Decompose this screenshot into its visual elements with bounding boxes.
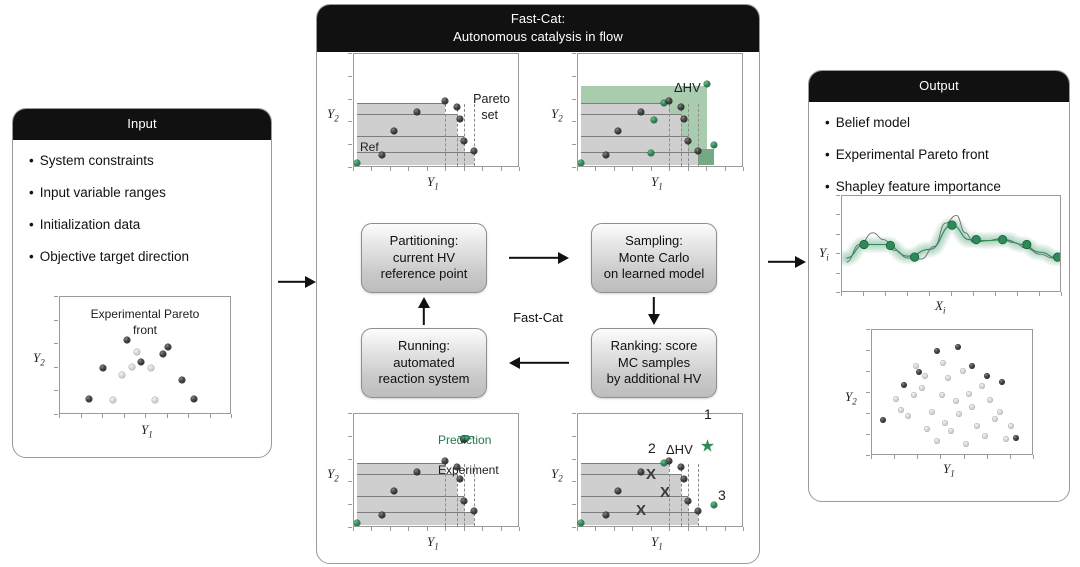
arrow-running-to-partitioning [417,297,431,325]
process-box-sampling[interactable]: Sampling: Monte Carlo on learned model [591,223,717,293]
ranking-line-0: Ranking: score [610,337,698,353]
ranking-line-2: by additional HV [606,371,702,387]
pareto-set-ylabel: Y2 [327,106,339,124]
ranking-ylabel: Y2 [551,466,563,484]
belief-xlabel: Xi [935,298,946,316]
arrow-ranking-to-running [509,356,569,370]
prediction-xticks [353,527,520,532]
output-panel-title: Output [809,71,1069,102]
center-panel-title: Fast-Cat: Autonomous catalysis in flow [317,5,759,53]
output-scatter-xticks [871,455,1034,460]
ranking-xlabel: Y1 [651,534,663,552]
arrow-partitioning-to-sampling [509,251,569,265]
process-box-running[interactable]: Running: automated reaction system [361,328,487,398]
input-panel-title: Input [13,109,271,140]
output-scatter-yticks [866,329,871,456]
output-bullet-0: Belief model [825,115,1053,130]
output-scatter-chart: Y2 Y1 [845,327,1061,487]
output-scatter-points [872,330,1032,454]
input-chart-ylabel: Y2 [33,350,45,368]
pareto-set-points [354,54,518,166]
delta-hv-xlabel: Y1 [651,174,663,192]
sampling-line-0: Sampling: [625,232,683,248]
delta-hv-plot: ΔHV [577,53,743,167]
ranking-line-1: MC samples [617,354,691,370]
ranking-plot: ΔHV 1 2 3 X X X ★ [577,406,743,527]
output-scatter-xlabel: Y1 [943,461,955,479]
output-panel: Output Belief model Experimental Pareto … [808,70,1070,502]
ranking-chart: Y2 Y1 ΔHV 1 2 3 X X X ★ [551,406,747,556]
pareto-set-xlabel: Y1 [427,174,439,192]
pareto-set-xticks [353,167,520,172]
arrow-sampling-to-ranking [647,297,661,325]
delta-hv-yticks [572,53,577,168]
cycle-center-label: Fast-Cat [513,310,563,325]
delta-hv-chart: Y2 Y1 ΔHV [551,51,747,196]
partitioning-line-2: reference point [380,266,468,282]
output-scatter-ylabel: Y2 [845,389,857,407]
output-bullet-1: Experimental Pareto front [825,147,1053,162]
input-bullet-2: Initialization data [29,217,255,232]
ranking-xticks [577,527,744,532]
input-panel: Input System constraints Input variable … [12,108,272,458]
sampling-line-1: Monte Carlo [618,249,690,265]
belief-xticks [841,292,1062,297]
process-box-partitioning[interactable]: Partitioning: current HV reference point [361,223,487,293]
input-bullet-1: Input variable ranges [29,185,255,200]
running-line-0: Running: [397,337,451,353]
delta-hv-points [578,54,742,166]
input-bullet-0: System constraints [29,153,255,168]
prediction-plot: Prediction Experiment [353,413,519,527]
partitioning-line-1: current HV [392,249,456,265]
prediction-xlabel: Y1 [427,534,439,552]
partitioning-line-0: Partitioning: [389,232,459,248]
input-pareto-chart: Y2 Y1 Experimental Pareto front [31,294,256,444]
input-chart-points [60,297,230,413]
input-bullet-list: System constraints Input variable ranges… [13,140,271,264]
output-scatter-plot [871,329,1033,455]
arrow-center-to-output [768,255,806,269]
prediction-yticks [348,413,353,528]
arrow-input-to-center [278,275,316,289]
input-chart-xlabel: Y1 [141,422,153,440]
prediction-ylabel: Y2 [327,466,339,484]
sampling-line-2: on learned model [603,266,705,282]
belief-plot [841,195,1061,292]
input-bullet-3: Objective target direction [29,249,255,264]
input-chart-yticks [54,296,59,415]
running-line-2: reaction system [378,371,470,387]
pareto-set-plot: Ref Pareto set [353,53,519,167]
center-panel: Fast-Cat: Autonomous catalysis in flow Y… [316,4,760,564]
input-chart-plot: Experimental Pareto front [59,296,231,414]
belief-yticks [836,195,841,293]
running-line-1: automated [393,354,455,370]
ranking-points: ★ [578,414,742,526]
belief-ylabel: Yi [819,245,829,263]
belief-curves [842,214,1060,267]
pareto-set-yticks [348,53,353,168]
center-panel-title-line2: Autonomous catalysis in flow [453,28,623,44]
delta-hv-ylabel: Y2 [551,106,563,124]
ranking-yticks [572,413,577,528]
delta-hv-xticks [577,167,744,172]
belief-model-chart: Yi Xi [817,193,1065,318]
process-box-ranking[interactable]: Ranking: score MC samples by additional … [591,328,717,398]
input-chart-xticks [59,414,232,419]
pareto-set-chart: Y2 Y1 Ref Pareto set [327,51,523,196]
prediction-chart: Y2 Y1 Prediction Experiment [327,411,523,556]
output-bullet-2: Shapley feature importance [825,179,1053,194]
center-panel-title-line1: Fast-Cat: [510,11,566,26]
rank-1-star-icon: ★ [699,436,716,456]
prediction-points [354,414,518,526]
output-bullet-list: Belief model Experimental Pareto front S… [809,102,1069,194]
